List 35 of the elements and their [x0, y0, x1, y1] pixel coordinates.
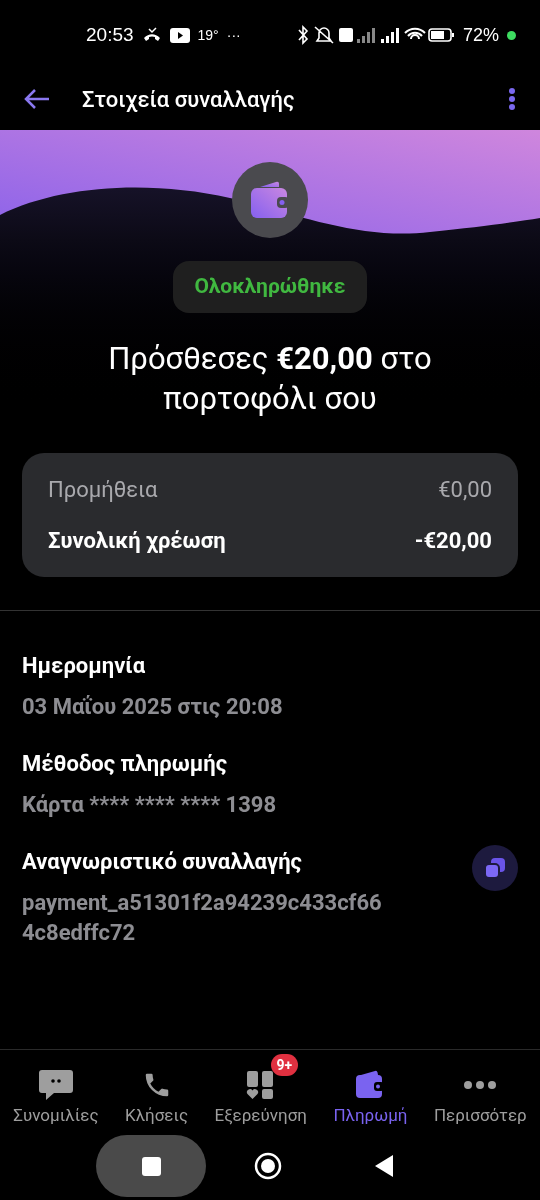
- square-icon: [141, 1156, 161, 1176]
- video-icon: [169, 27, 190, 43]
- headline: Πρόσθεσες €20,00 στο πορτοφόλι σου: [107, 338, 433, 419]
- notification-badge: 9+: [270, 1054, 299, 1076]
- detail-label: Μέθοδος πληρωμής: [22, 749, 228, 778]
- copy-icon: [484, 856, 506, 879]
- detail-value: Κάρτα **** **** **** 1398: [22, 790, 278, 819]
- summary-label: Προμήθεια: [48, 475, 158, 504]
- temperature: 19°: [197, 25, 219, 45]
- nav-tab[interactable]: Συνομιλίες: [11, 1054, 101, 1128]
- copy-button[interactable]: [472, 844, 518, 891]
- wallet-icon: [250, 181, 290, 219]
- detail-value: payment_a51301f2a94239c433cf66 4c8edffc72: [22, 888, 383, 947]
- back-arrow-icon[interactable]: [24, 88, 50, 110]
- more-dots-icon: [463, 1079, 498, 1090]
- detail-label: Ημερομηνία: [22, 651, 147, 680]
- summary-value: -€20,00: [414, 526, 492, 555]
- nav-tab[interactable]: Πληρωμή: [331, 1054, 410, 1128]
- chat-bubble-icon: [37, 1067, 74, 1102]
- summary-label: Συνολική χρέωση: [48, 526, 226, 555]
- missed-call-icon: [141, 27, 162, 43]
- summary-value: €0,00: [438, 475, 492, 504]
- screen-title: Στοιχεία συναλλαγής: [82, 85, 296, 114]
- back-button[interactable]: [374, 1154, 394, 1178]
- nav-tab[interactable]: Κλήσεις: [123, 1054, 191, 1128]
- battery-percent: 72%: [462, 23, 499, 47]
- status-badge: Ολοκληρώθηκε: [172, 261, 368, 313]
- home-button[interactable]: [254, 1152, 282, 1180]
- detail-value: 03 Μαΐου 2025 στις 20:08: [22, 692, 284, 721]
- more-notifications: ···: [226, 25, 241, 45]
- overflow-menu-icon[interactable]: [508, 87, 516, 111]
- status-time: 20:53: [86, 22, 134, 47]
- nav-tab[interactable]: 9+ Εξερεύνηση: [212, 1054, 309, 1128]
- nav-tab[interactable]: Περισσότερ: [431, 1054, 529, 1128]
- detail-label: Αναγνωριστικό συναλλαγής: [22, 847, 303, 876]
